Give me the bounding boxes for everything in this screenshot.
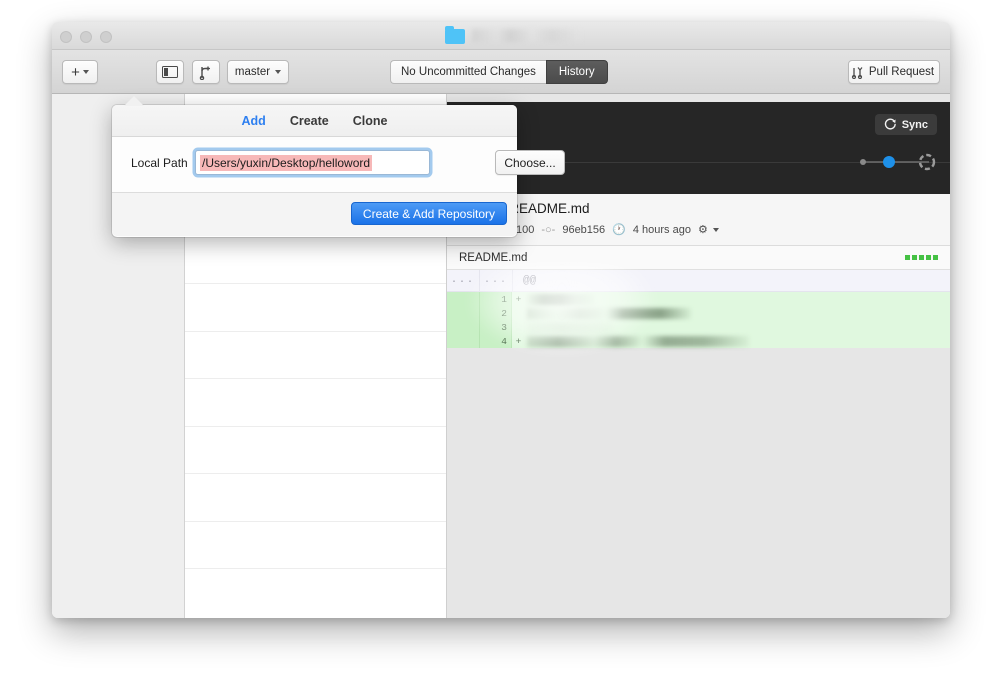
local-path-value: /Users/yuxin/Desktop/helloword <box>200 154 373 171</box>
diff-file-header[interactable]: README.md <box>447 246 950 270</box>
list-item[interactable] <box>185 332 446 379</box>
commit-graph-nodes <box>859 150 937 174</box>
branch-icon <box>199 66 210 80</box>
diff-lines: 1 + 2 3 4 + <box>447 292 950 348</box>
local-path-label: Local Path <box>131 156 188 170</box>
popover-footer: Create & Add Repository <box>112 193 517 236</box>
main-toolbar: + master No Uncommitted Changes History … <box>52 50 950 94</box>
close-window-icon[interactable] <box>60 31 72 43</box>
diff-new-lineno: 3 <box>479 320 511 334</box>
list-item[interactable] <box>185 379 446 427</box>
diff-old-lineno <box>447 292 479 306</box>
maximize-window-icon[interactable] <box>100 31 112 43</box>
branch-selector[interactable]: master <box>227 60 289 84</box>
chevron-down-icon[interactable] <box>712 227 719 232</box>
old-line-gutter: ... <box>450 275 475 286</box>
commit-metadata: Create README.md yuxin1100 -○- 96eb156 🕐… <box>447 194 950 246</box>
window-title <box>472 29 582 42</box>
diff-hunk-header: ... ... @@ <box>447 269 950 292</box>
diff-content-redacted <box>527 335 749 347</box>
tab-clone[interactable]: Clone <box>353 114 388 128</box>
pull-request-button[interactable]: Pull Request <box>848 60 940 84</box>
chevron-down-icon <box>275 70 282 74</box>
diff-line: 3 <box>447 320 950 334</box>
diff-line: 2 <box>447 306 950 320</box>
branch-button[interactable] <box>192 60 220 84</box>
repository-folder-icon <box>445 26 465 44</box>
popover-tabs: Add Create Clone <box>112 105 517 137</box>
app-window: + master No Uncommitted Changes History … <box>52 22 950 618</box>
clock-icon: 🕐 <box>612 224 626 236</box>
diff-new-lineno: 1 <box>479 292 511 306</box>
diff-old-lineno <box>447 334 479 348</box>
sync-icon <box>884 118 896 130</box>
diff-new-lineno: 2 <box>479 306 511 320</box>
tab-uncommitted-changes[interactable]: No Uncommitted Changes <box>390 60 546 84</box>
branch-selector-label: master <box>234 66 271 78</box>
diff-file-name: README.md <box>459 251 528 264</box>
add-repository-popover: Add Create Clone Local Path /Users/yuxin… <box>112 96 565 237</box>
pull-request-label: Pull Request <box>868 66 935 78</box>
sync-label: Sync <box>901 118 928 131</box>
diff-stat-bar <box>905 255 938 260</box>
diff-marker <box>511 320 525 334</box>
diff-line: 4 + <box>447 334 950 348</box>
tab-create[interactable]: Create <box>290 114 329 128</box>
tab-add[interactable]: Add <box>242 114 266 128</box>
diff-old-lineno <box>447 306 479 320</box>
diff-marker <box>511 306 525 320</box>
minimize-window-icon[interactable] <box>80 31 92 43</box>
create-and-add-repository-button[interactable]: Create & Add Repository <box>350 202 507 225</box>
diff-content-redacted <box>527 307 691 319</box>
list-item[interactable] <box>185 522 446 569</box>
list-item[interactable] <box>185 237 446 284</box>
diff-old-lineno <box>447 320 479 334</box>
list-item[interactable] <box>185 284 446 332</box>
add-repository-button[interactable]: + <box>62 60 98 84</box>
popover-arrow <box>124 96 144 106</box>
diff-line: 1 + <box>447 292 950 306</box>
hunk-marker: @@ <box>523 274 537 287</box>
local-path-input[interactable]: /Users/yuxin/Desktop/helloword <box>195 150 430 175</box>
new-line-gutter: ... <box>483 275 508 286</box>
commit-time: 4 hours ago <box>632 223 691 236</box>
diff-new-lineno: 4 <box>479 334 511 348</box>
pull-request-icon <box>851 67 863 79</box>
sidebar-toggle-button[interactable] <box>156 60 184 84</box>
commit-hash[interactable]: 96eb156 <box>562 224 605 236</box>
gear-icon[interactable]: ⚙ <box>698 223 708 236</box>
list-item[interactable] <box>185 427 446 474</box>
commit-graph-header: Sync <box>447 102 950 194</box>
sync-button[interactable]: Sync <box>874 114 937 135</box>
diff-content-redacted <box>527 321 613 333</box>
plus-icon: + <box>71 63 80 81</box>
diff-marker: + <box>511 334 525 348</box>
commit-icon: -○- <box>541 223 556 236</box>
diff-content-redacted <box>527 293 595 305</box>
sidebar-toggle-icon <box>162 66 178 78</box>
history-segmented-control: No Uncommitted Changes History <box>390 60 608 84</box>
window-titlebar <box>52 22 950 50</box>
popover-body: Local Path /Users/yuxin/Desktop/hellowor… <box>112 137 565 193</box>
screenshot-root: + master No Uncommitted Changes History … <box>0 0 1000 693</box>
chevron-down-icon <box>82 70 89 74</box>
tab-history[interactable]: History <box>545 60 608 84</box>
diff-marker: + <box>511 292 525 306</box>
list-item[interactable] <box>185 474 446 522</box>
choose-button[interactable]: Choose... <box>495 150 565 175</box>
